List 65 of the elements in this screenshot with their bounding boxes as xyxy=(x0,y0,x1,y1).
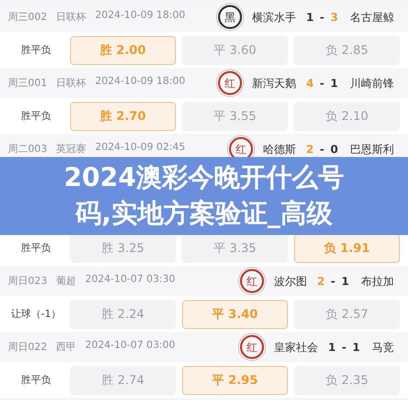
away-team: 布拉加 xyxy=(361,274,394,288)
league-name: 西甲 xyxy=(56,341,76,354)
odds-option[interactable]: 胜 3.25 xyxy=(70,234,176,262)
away-score: 1 xyxy=(352,340,360,354)
odds-option[interactable]: 负 2.10 xyxy=(294,102,400,130)
market-label: 胜平负 xyxy=(20,110,52,123)
home-score: 2 xyxy=(306,142,314,156)
league-name: 日联杯 xyxy=(56,76,86,90)
match-time: 2024-10-09 18:00 xyxy=(95,10,186,23)
odds-option[interactable]: 负 1.91 xyxy=(294,234,400,262)
home-team: 波尔图 xyxy=(274,274,308,288)
match-code: 周二003 xyxy=(8,143,48,156)
odds-option[interactable]: 胜 2.74 xyxy=(70,366,176,394)
league-name: 日联杯 xyxy=(56,10,86,24)
market-label: 胜平负 xyxy=(20,242,52,255)
odds-option[interactable]: 平 3.60 xyxy=(182,36,288,64)
match-time: 2024-10-07 03:00 xyxy=(85,340,176,353)
league-name: 葡超 xyxy=(56,274,76,288)
odds-option[interactable]: 平 3.55 xyxy=(182,102,288,130)
score-separator: - xyxy=(330,274,336,288)
home-team: 横滨水手 xyxy=(252,10,296,24)
market-label: 胜平负 xyxy=(20,44,52,57)
odds-option[interactable]: 平 3.35 xyxy=(182,234,288,262)
odds-option[interactable]: 平 2.95 xyxy=(182,366,288,394)
home-team: 皇家社会 xyxy=(274,340,318,354)
market-label: 胜平负 xyxy=(20,374,52,387)
away-team: 巴恩斯利 xyxy=(350,142,394,156)
score-separator: - xyxy=(320,10,324,24)
score-separator: - xyxy=(320,142,324,156)
odds-option[interactable]: 负 2.85 xyxy=(294,36,400,64)
home-score: 1 xyxy=(306,10,314,24)
away-team: 马竞 xyxy=(372,340,394,354)
home-team: 新泻天鹅 xyxy=(252,76,296,90)
score-separator: - xyxy=(342,340,346,354)
title-banner: 2024澳彩今晚开什么号码,实地方案验证_高级 xyxy=(0,157,408,235)
away-score: 1 xyxy=(330,76,338,90)
odds-option[interactable]: 胜 2.00 xyxy=(70,36,176,64)
home-team: 哈德斯 xyxy=(263,142,296,156)
match-time: 2024-10-09 18:00 xyxy=(95,76,186,89)
match-code: 周三002 xyxy=(8,11,48,24)
match-time: 2024-10-09 02:45 xyxy=(95,142,186,155)
market-label: 让球（-1） xyxy=(10,308,62,321)
odds-option[interactable]: 胜 2.24 xyxy=(70,300,176,328)
home-score: 1 xyxy=(328,340,336,354)
result-stamp: 红 xyxy=(240,269,264,293)
odds-option[interactable]: 负 2.35 xyxy=(294,366,400,394)
match-code: 周日023 xyxy=(8,275,48,288)
odds-option[interactable]: 负 2.57 xyxy=(294,300,400,328)
match-code: 周日022 xyxy=(8,341,48,354)
league-name: 英冠赛 xyxy=(56,142,86,156)
odds-option[interactable]: 胜 2.70 xyxy=(70,102,176,130)
odds-option[interactable]: 平 3.40 xyxy=(182,300,288,328)
match-code: 周三001 xyxy=(8,77,48,90)
away-team: 名古屋鲸 xyxy=(350,10,394,24)
away-team: 川崎前锋 xyxy=(350,76,394,90)
match-time: 2024-10-07 03:30 xyxy=(85,274,176,287)
score-separator: - xyxy=(320,76,324,90)
away-score: 1 xyxy=(341,274,349,288)
result-stamp: 红 xyxy=(240,335,264,359)
home-score: 2 xyxy=(317,274,325,288)
home-score: 4 xyxy=(306,76,314,90)
away-score: 3 xyxy=(330,10,338,24)
result-stamp: 黑 xyxy=(218,5,242,29)
result-stamp: 红 xyxy=(218,71,242,95)
away-score: 0 xyxy=(330,142,338,156)
